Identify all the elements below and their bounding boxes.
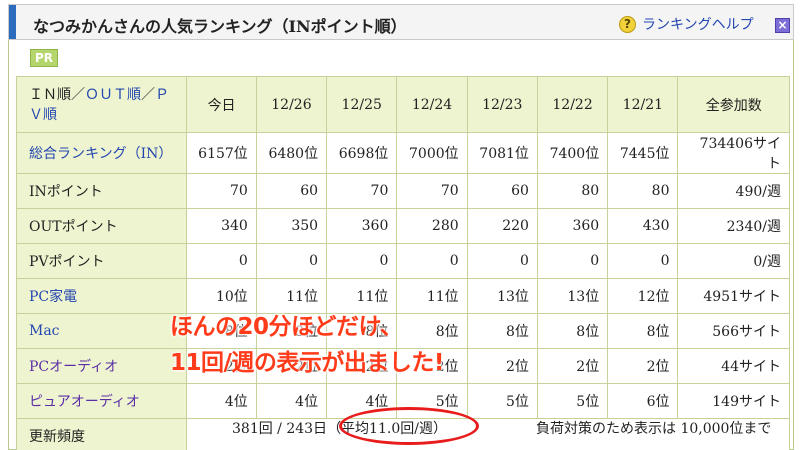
- table-cell: 360: [326, 208, 398, 244]
- table-cell: 0: [255, 243, 328, 279]
- table-cell: 340: [186, 208, 257, 244]
- table-cell: 2位: [607, 348, 679, 384]
- table-cell: 44サイト: [677, 348, 790, 384]
- category-link-pure-audio[interactable]: ピュアオーディオ: [29, 394, 140, 410]
- panel-header: なつみかんさんの人気ランキング（INポイント順） ? ランキングヘルプ ×: [8, 4, 794, 40]
- col-header-date: 12/21: [607, 76, 679, 133]
- col-header-date: 12/25: [326, 76, 398, 133]
- category-link-pc-audio[interactable]: PCオーディオ: [29, 359, 118, 375]
- table-cell: 8位: [536, 313, 609, 349]
- table-row: PVポイント 0 0 0 0 0 0 0 0/週: [15, 243, 790, 279]
- table-cell: 5位: [536, 383, 609, 419]
- pr-badge: PR: [30, 49, 58, 67]
- row-label-pure-audio[interactable]: ピュアオーディオ: [15, 383, 188, 419]
- page-title: なつみかんさんの人気ランキング（INポイント順）: [33, 17, 407, 36]
- ranking-help-label[interactable]: ランキングヘルプ: [642, 14, 754, 34]
- highlight-ellipse: [339, 407, 479, 445]
- sort-in-label: ＩＮ順: [29, 86, 71, 103]
- table-cell: 0: [396, 243, 468, 279]
- table-cell: 5位: [466, 383, 538, 419]
- row-label-pv-points: PVポイント: [15, 243, 188, 279]
- table-cell: 2位: [466, 348, 538, 384]
- table-cell: 80: [536, 173, 609, 209]
- table-cell: 0: [536, 243, 609, 279]
- table-row: INポイント 70 60 70 70 60 80 80 490/週: [15, 173, 790, 209]
- table-cell: 0: [607, 243, 679, 279]
- table-cell: 60: [466, 173, 538, 209]
- row-label-in-points: INポイント: [15, 173, 188, 209]
- table-row: 総合ランキング（IN） 6157位 6480位 6698位 7000位 7081…: [15, 132, 790, 174]
- overall-ranking-link[interactable]: 総合ランキング（IN）: [29, 146, 172, 162]
- table-cell: 0: [326, 243, 398, 279]
- table-cell: 430: [607, 208, 679, 244]
- table-cell: 4位: [186, 383, 257, 419]
- row-label-out-points: OUTポイント: [15, 208, 188, 244]
- table-cell: 70: [326, 173, 398, 209]
- sort-separator: ／: [71, 86, 85, 103]
- table-cell: 4951サイト: [677, 278, 790, 314]
- close-icon[interactable]: ×: [775, 18, 790, 33]
- row-label-update-frequency: 更新頻度: [15, 418, 188, 450]
- table-header-row: ＩＮ順／ＯＵＴ順／ＰＶ順 今日 12/26 12/25 12/24 12/23 …: [15, 76, 790, 133]
- table-cell: 2340/週: [677, 208, 790, 244]
- annotation-line-1: ほんの20分ほどだけ、: [170, 314, 403, 340]
- table-cell: 0/週: [677, 243, 790, 279]
- col-header-total: 全参加数: [677, 76, 790, 133]
- table-row: OUTポイント 340 350 360 280 220 360 430 2340…: [15, 208, 790, 244]
- table-cell: 11位: [396, 278, 468, 314]
- table-cell: 8位: [466, 313, 538, 349]
- ranking-help-link[interactable]: ? ランキングヘルプ: [619, 14, 754, 34]
- col-header-today: 今日: [186, 76, 257, 133]
- table-cell: 13位: [536, 278, 609, 314]
- table-cell: 6157位: [186, 132, 257, 174]
- sort-out-link[interactable]: ＯＵＴ順: [85, 87, 141, 103]
- table-cell: 13位: [466, 278, 538, 314]
- table-row: PC家電 10位 11位 11位 11位 13位 13位 12位 4951サイト: [15, 278, 790, 314]
- update-count: 381回 / 243日: [232, 421, 328, 437]
- category-link-pc-appliances[interactable]: PC家電: [29, 289, 77, 305]
- col-header-date: 12/26: [255, 76, 328, 133]
- table-cell: 7081位: [466, 132, 538, 174]
- table-cell: 0: [466, 243, 538, 279]
- table-cell: 6698位: [326, 132, 398, 174]
- table-cell: 734406サイト: [677, 132, 790, 174]
- table-cell: 70: [396, 173, 468, 209]
- table-cell: 280: [396, 208, 468, 244]
- table-cell: 6480位: [255, 132, 328, 174]
- table-cell: 7400位: [536, 132, 609, 174]
- annotation-line-2: 11回/週の表示が出ました!: [170, 350, 444, 376]
- category-link-mac[interactable]: Mac: [29, 323, 60, 339]
- table-cell: 2位: [536, 348, 609, 384]
- table-cell: 6位: [607, 383, 679, 419]
- sort-options: ＩＮ順／ＯＵＴ順／ＰＶ順: [15, 76, 188, 133]
- col-header-date: 12/24: [396, 76, 468, 133]
- table-cell: 8位: [607, 313, 679, 349]
- sort-separator: ／: [141, 86, 155, 103]
- row-label-overall-ranking[interactable]: 総合ランキング（IN）: [15, 132, 188, 174]
- col-header-date: 12/22: [536, 76, 609, 133]
- col-header-date: 12/23: [466, 76, 538, 133]
- table-cell: 7000位: [396, 132, 468, 174]
- table-cell: 490/週: [677, 173, 790, 209]
- display-limit-note: 負荷対策のため表示は 10,000位まで: [536, 421, 772, 437]
- title-accent-bar: [9, 5, 16, 39]
- row-label-pc-appliances[interactable]: PC家電: [15, 278, 188, 314]
- row-label-pc-audio[interactable]: PCオーディオ: [15, 348, 188, 384]
- table-cell: 7445位: [607, 132, 679, 174]
- table-cell: 60: [255, 173, 328, 209]
- table-cell: 0: [186, 243, 257, 279]
- row-label-mac[interactable]: Mac: [15, 313, 188, 349]
- table-cell: 220: [466, 208, 538, 244]
- table-cell: 80: [607, 173, 679, 209]
- table-cell: 360: [536, 208, 609, 244]
- ranking-table: ＩＮ順／ＯＵＴ順／ＰＶ順 今日 12/26 12/25 12/24 12/23 …: [15, 76, 790, 450]
- table-cell: 350: [255, 208, 328, 244]
- table-cell: 70: [186, 173, 257, 209]
- table-cell: 149サイト: [677, 383, 790, 419]
- table-cell: 566サイト: [677, 313, 790, 349]
- table-cell: 4位: [255, 383, 328, 419]
- help-icon: ?: [619, 15, 636, 33]
- table-cell: 12位: [607, 278, 679, 314]
